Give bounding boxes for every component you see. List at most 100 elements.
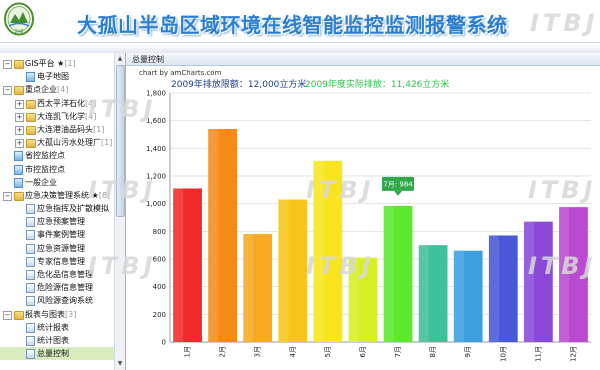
- tree-item-label: 应急指挥及扩散模拟: [37, 202, 109, 215]
- tree-item-label: 重点企业[4]: [25, 83, 68, 96]
- x-tick-label: 12月: [569, 346, 577, 362]
- document-icon: [26, 270, 35, 280]
- bar-highlight: [523, 221, 535, 342]
- tree-item[interactable]: 专家信息管理: [0, 255, 114, 268]
- app-header: ZHB 大孤山半岛区域环境在线智能监控监测报警系统: [0, 0, 600, 42]
- tree-item-label: 报表与图表[3]: [25, 308, 76, 321]
- tree-item-label: 危险源信息管理: [37, 281, 93, 294]
- expand-icon[interactable]: +: [15, 125, 24, 135]
- folder-icon: [14, 191, 24, 201]
- sidebar-scrollbar[interactable]: ▲ ▼: [114, 53, 125, 370]
- tree-item-label: 大连凯飞化学[4]: [37, 110, 96, 123]
- document-icon: [26, 204, 35, 215]
- tree-item-text: 统计报表: [37, 322, 69, 332]
- tree-item-label: 大孤山污水处理厂[1]: [37, 136, 112, 149]
- bar-highlight: [348, 257, 359, 342]
- tree-item[interactable]: + 西太平洋石化[4]: [0, 97, 114, 110]
- nav-tree: − GIS平台 ★[1] 电子地图 − 重点企业[4] + 西太平洋石化[4] + 大连凯飞化学…: [0, 57, 114, 361]
- x-tick-label: 1月: [184, 346, 192, 357]
- tree-item-label: 风险源查询系统: [37, 294, 93, 307]
- bar-highlight: [208, 128, 219, 342]
- tree-item-label: 事件案例管理: [37, 228, 85, 241]
- scroll-down-icon[interactable]: ▼: [116, 359, 124, 368]
- folder-icon: [26, 125, 36, 135]
- tree-item[interactable]: + 大连凯飞化学[4]: [0, 110, 114, 123]
- tree-item-label: GIS平台 ★[1]: [25, 57, 76, 70]
- y-tick-label: 1,200: [146, 173, 166, 181]
- tree-item[interactable]: − 应急决策管理系统 ★[8]: [0, 189, 114, 202]
- svg-text:ZHB: ZHB: [15, 29, 24, 34]
- tree-item[interactable]: 统计图表: [0, 334, 114, 347]
- collapse-icon[interactable]: −: [3, 310, 12, 320]
- y-tick-label: 400: [153, 283, 166, 291]
- expand-icon[interactable]: +: [15, 139, 24, 149]
- document-icon: [26, 349, 35, 360]
- tree-item[interactable]: 市控监控点: [0, 163, 114, 176]
- document-icon: [26, 217, 35, 228]
- expand-icon[interactable]: +: [15, 99, 24, 109]
- tree-item[interactable]: 危险源信息管理: [0, 281, 114, 294]
- tree-item[interactable]: 危化品信息管理: [0, 268, 114, 281]
- x-tick-label: 5月: [324, 346, 332, 357]
- tree-item-text: 应急资源管理: [37, 243, 85, 253]
- tree-item-count: [4]: [85, 98, 97, 108]
- tree-item[interactable]: + 大孤山污水处理厂[1]: [0, 136, 114, 149]
- tree-item-count: [1]: [64, 59, 76, 68]
- tree-item-text: 大孤山污水处理厂: [37, 138, 101, 148]
- bar-highlight: [173, 188, 184, 342]
- tree-item[interactable]: 应急指挥及扩散模拟: [0, 202, 114, 215]
- x-tick-label: 6月: [359, 346, 367, 357]
- app-logo: ZHB: [4, 2, 34, 36]
- tree-item[interactable]: 风险源查询系统: [0, 294, 114, 307]
- tree-item[interactable]: + 大连港油品码头[1]: [0, 123, 114, 136]
- tree-item-label: 应急决策管理系统 ★[8]: [25, 189, 110, 202]
- bar-highlight: [559, 207, 570, 342]
- scroll-up-icon[interactable]: ▲: [116, 54, 124, 63]
- tree-item[interactable]: 事件案例管理: [0, 228, 114, 241]
- tree-item-text: 重点企业: [25, 85, 57, 95]
- folder-icon: [26, 139, 36, 149]
- tree-item-label: 统计图表: [37, 334, 69, 347]
- tree-item[interactable]: 应急资源管理: [0, 242, 114, 255]
- tree-item-count: [4]: [57, 85, 69, 95]
- tree-item-count: [1]: [93, 124, 105, 134]
- tree-item[interactable]: 省控监控点: [0, 149, 114, 162]
- main-panel: 总量控制 chart by amCharts.com 2009年排放限额：12,…: [126, 53, 600, 370]
- x-tick-label: 4月: [289, 346, 297, 357]
- y-tick-label: 200: [153, 311, 166, 319]
- collapse-icon[interactable]: −: [3, 191, 12, 201]
- tree-item-label: 应急预案管理: [37, 215, 85, 228]
- tooltip-pointer: [394, 190, 403, 196]
- tree-item[interactable]: 总量控制: [0, 347, 114, 361]
- tree-item[interactable]: 电子地图: [0, 70, 114, 83]
- document-icon: [26, 230, 35, 241]
- tree-item-count: [1]: [101, 138, 113, 148]
- bar-highlight: [383, 205, 394, 342]
- x-tick-label: 2月: [219, 346, 227, 357]
- y-tick-label: 1,000: [146, 200, 166, 208]
- scrollbar-thumb[interactable]: [116, 65, 125, 217]
- tree-item-label: 西太平洋石化[4]: [37, 97, 96, 110]
- navigation-sidebar: − GIS平台 ★[1] 电子地图 − 重点企业[4] + 西太平洋石化[4] + 大连凯飞化学…: [0, 53, 126, 370]
- tree-item[interactable]: − 报表与图表[3]: [0, 308, 114, 321]
- tree-item-text: 总量控制: [37, 349, 69, 359]
- tree-item-text: 统计图表: [37, 335, 69, 345]
- bar-highlight: [418, 245, 429, 342]
- tree-item[interactable]: − 重点企业[4]: [0, 83, 114, 96]
- tree-item[interactable]: 统计报表: [0, 321, 114, 334]
- expand-icon[interactable]: +: [15, 112, 24, 122]
- tree-item-label: 市控监控点: [25, 163, 65, 176]
- tree-item-text: 专家信息管理: [37, 256, 85, 266]
- folder-icon: [26, 112, 36, 122]
- emission-bar-chart: 0 200 400 600 800 1,000 1,200 1,400 1,600 1,800 1月…: [146, 90, 591, 362]
- tree-item[interactable]: 一般企业: [0, 176, 114, 189]
- page-icon: [14, 151, 23, 162]
- folder-icon: [14, 60, 24, 69]
- tree-item[interactable]: − GIS平台 ★[1]: [0, 57, 114, 70]
- tree-item[interactable]: 应急预案管理: [0, 215, 114, 228]
- x-tick-label: 9月: [464, 346, 472, 357]
- tree-item-count: [3]: [65, 309, 77, 319]
- bar-highlight: [278, 199, 289, 342]
- collapse-icon[interactable]: −: [3, 86, 12, 96]
- collapse-icon[interactable]: −: [3, 60, 12, 69]
